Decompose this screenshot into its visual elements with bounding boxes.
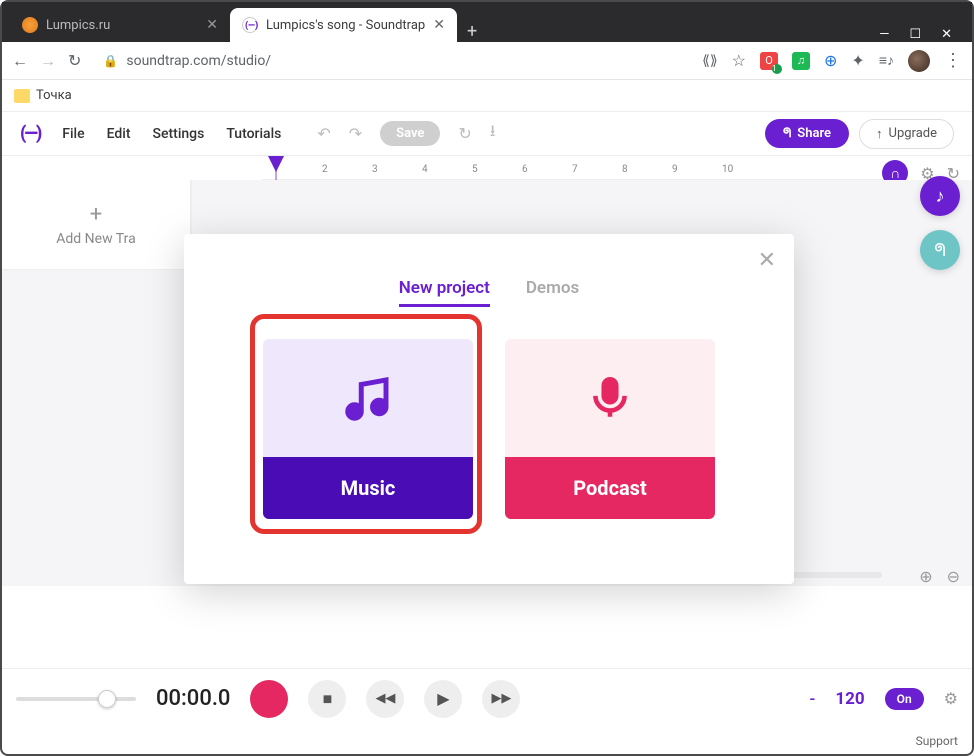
floating-buttons: ♪ ᖗ	[920, 176, 960, 270]
modal-close-button[interactable]: ✕	[758, 248, 776, 273]
translate-icon[interactable]: ⟪⟫	[702, 53, 718, 69]
menu-settings[interactable]: Settings	[153, 126, 205, 142]
star-icon[interactable]: ☆	[732, 51, 746, 70]
share-label: Share	[797, 126, 831, 141]
modal-tabs: New project Demos	[184, 234, 794, 307]
microphone-icon	[585, 373, 635, 423]
record-button[interactable]	[250, 680, 288, 718]
fast-forward-button[interactable]: ▶▶	[482, 680, 520, 718]
tab-new-project[interactable]: New project	[399, 278, 490, 307]
tab-title: Lumpics.ru	[46, 18, 110, 33]
close-icon[interactable]: ✕	[206, 17, 218, 33]
music-icon: ♪	[936, 186, 945, 207]
minimize-button[interactable]: —	[879, 27, 889, 42]
favicon-lumpics	[22, 17, 38, 33]
podcast-card[interactable]: Podcast	[505, 339, 715, 519]
timecode-display: 00:00.0	[156, 686, 230, 711]
redo-icon[interactable]: ↷	[349, 124, 362, 143]
browser-tab-inactive[interactable]: Lumpics.ru ✕	[10, 8, 230, 42]
rewind-button[interactable]: ◀◀	[366, 680, 404, 718]
support-link[interactable]: Support	[916, 734, 958, 748]
opera-ext-icon[interactable]: O 1	[760, 52, 778, 70]
upgrade-button[interactable]: ↑ Upgrade	[859, 119, 954, 149]
plus-icon: +	[90, 202, 102, 227]
folder-icon	[14, 89, 30, 103]
url-text: soundtrap.com/studio/	[126, 53, 271, 69]
podcast-card-label: Podcast	[505, 457, 715, 519]
favicon-soundtrap: (—)	[242, 17, 258, 33]
metronome-toggle[interactable]: On	[885, 688, 924, 710]
app-header: (—) File Edit Settings Tutorials ↶ ↷ Sav…	[2, 112, 972, 156]
volume-thumb[interactable]	[98, 690, 116, 708]
upgrade-label: Upgrade	[889, 126, 937, 141]
sidebar-panel: + Add New Tra	[2, 180, 192, 270]
globe-icon[interactable]: ⊕	[824, 51, 837, 70]
music-card-image	[263, 339, 473, 457]
collab-button[interactable]: ᖗ	[920, 230, 960, 270]
bpm-display[interactable]: 120	[835, 689, 864, 709]
browser-tab-active[interactable]: (—) Lumpics's song - Soundtrap ✕	[230, 8, 457, 42]
lock-icon: 🔒	[103, 54, 118, 68]
transport-bar: 00:00.0 ■ ◀◀ ▶ ▶▶ - 120 On ⚙	[2, 668, 972, 728]
close-window-button[interactable]: ✕	[941, 27, 952, 42]
people-icon: ᖗ	[783, 126, 791, 141]
tab-demos[interactable]: Demos	[526, 278, 579, 307]
people-icon: ᖗ	[934, 240, 946, 261]
save-button[interactable]: Save	[380, 121, 440, 146]
reload-button[interactable]: ↻	[68, 51, 81, 70]
new-tab-button[interactable]: +	[457, 21, 487, 42]
volume-slider[interactable]	[16, 697, 136, 701]
back-button[interactable]: ←	[12, 51, 28, 71]
add-track-button[interactable]: + Add New Tra	[2, 180, 191, 269]
project-type-cards: Music Podcast	[184, 339, 794, 519]
menu-file[interactable]: File	[62, 126, 84, 142]
profile-avatar[interactable]	[908, 50, 930, 72]
close-icon[interactable]: ✕	[433, 17, 445, 33]
menu-edit[interactable]: Edit	[107, 126, 131, 142]
key-display[interactable]: -	[810, 689, 816, 708]
forward-button[interactable]: →	[40, 51, 56, 71]
new-project-modal: ✕ New project Demos Music Podcast	[184, 234, 794, 584]
transport-settings-icon[interactable]: ⚙	[944, 689, 958, 708]
bookmark-folder[interactable]: Точка	[36, 88, 72, 103]
timeline-ruler[interactable]: 2 3 4 5 6 7 8 9 10	[262, 156, 882, 180]
download-icon[interactable]: ⭳	[490, 120, 496, 147]
play-button[interactable]: ▶	[424, 680, 462, 718]
music-card[interactable]: Music	[263, 339, 473, 519]
address-actions: ⟪⟫ ☆ O 1 ♫ ⊕ ✦ ≡♪ ⋮	[702, 50, 962, 72]
music-ext-icon[interactable]: ♫	[792, 52, 810, 70]
loops-button[interactable]: ♪	[920, 176, 960, 216]
zoom-in-icon[interactable]: ⊕	[919, 567, 932, 586]
extensions-icon[interactable]: ✦	[851, 51, 864, 70]
window-controls: — ☐ ✕	[879, 27, 964, 42]
header-right: ᖗ Share ↑ Upgrade	[765, 119, 954, 149]
podcast-card-image	[505, 339, 715, 457]
zoom-out-icon[interactable]: ⊖	[947, 567, 960, 586]
address-bar: ← → ↻ 🔒 soundtrap.com/studio/ ⟪⟫ ☆ O 1 ♫…	[2, 42, 972, 80]
kebab-menu-icon[interactable]: ⋮	[944, 50, 962, 71]
zoom-controls: ⊕ ⊖	[919, 567, 960, 586]
url-box[interactable]: 🔒 soundtrap.com/studio/	[93, 47, 690, 75]
soundtrap-logo[interactable]: (—)	[20, 123, 40, 144]
share-button[interactable]: ᖗ Share	[765, 119, 849, 148]
music-card-label: Music	[263, 457, 473, 519]
menu-tutorials[interactable]: Tutorials	[226, 126, 281, 142]
sync-icon[interactable]: ↻	[458, 124, 471, 143]
music-note-icon	[341, 371, 395, 425]
browser-tab-bar: Lumpics.ru ✕ (—) Lumpics's song - Soundt…	[2, 2, 972, 42]
maximize-button[interactable]: ☐	[909, 27, 921, 42]
undo-icon[interactable]: ↶	[317, 124, 330, 143]
stop-button[interactable]: ■	[308, 680, 346, 718]
reading-list-icon[interactable]: ≡♪	[879, 52, 894, 69]
tab-title: Lumpics's song - Soundtrap	[266, 18, 425, 33]
upload-icon: ↑	[876, 126, 883, 142]
add-track-label: Add New Tra	[56, 231, 135, 247]
header-icons: ↶ ↷ Save ↻ ⭳	[317, 120, 495, 147]
bookmark-bar: Точка	[2, 80, 972, 112]
